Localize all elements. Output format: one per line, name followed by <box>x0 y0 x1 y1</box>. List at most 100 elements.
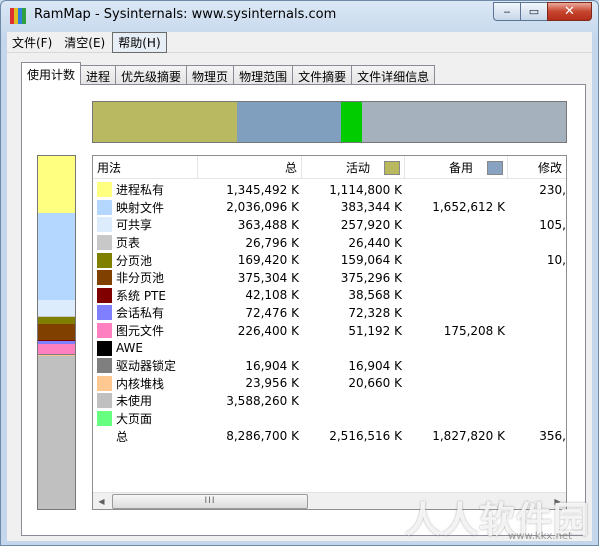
scroll-left-arrow-icon[interactable]: ◀ <box>93 493 110 510</box>
table-row[interactable]: 页表 26,796 K 26,440 K <box>93 234 566 252</box>
tab-file-summary[interactable]: 文件摘要 <box>292 65 353 85</box>
tab-use-counts[interactable]: 使用计数 <box>21 62 82 85</box>
row-usage-label: 页表 <box>116 236 141 251</box>
menu-file[interactable]: 文件(F) <box>7 33 57 52</box>
row-usage: 内核堆栈 <box>93 375 198 392</box>
row-usage: 页表 <box>93 234 198 251</box>
stack-segment <box>38 323 75 340</box>
column-header-active[interactable]: 活动 <box>302 156 405 179</box>
table-row[interactable]: 映射文件 2,036,096 K 383,344 K 1,652,612 K <box>93 199 566 217</box>
usage-color-swatch <box>97 340 112 356</box>
usage-color-swatch <box>97 375 112 391</box>
usage-color-swatch <box>97 323 112 339</box>
table-row[interactable]: 图元文件 226,400 K 51,192 K 175,208 K <box>93 322 566 340</box>
tab-priority-summary[interactable]: 优先级摘要 <box>115 65 188 85</box>
row-modified: 105, <box>539 217 566 232</box>
row-usage: 非分页池 <box>93 269 198 286</box>
row-usage-label: 图元文件 <box>116 324 165 339</box>
row-active: 38,568 K <box>348 288 402 303</box>
tab-processes[interactable]: 进程 <box>80 65 117 85</box>
watermark-url: www.kkx.net <box>508 531 572 542</box>
row-active: 257,920 K <box>340 217 402 232</box>
row-modified: 10, <box>546 253 566 268</box>
table-row[interactable]: 非分页池 375,304 K 375,296 K <box>93 269 566 287</box>
use-counts-panel: 用法 总 活动 备用 修改 进程私有 1,345,492 K 1,114,800 K… <box>21 84 586 536</box>
tab-file-details[interactable]: 文件详细信息 <box>351 65 436 85</box>
menu-empty[interactable]: 清空(E) <box>59 33 110 52</box>
row-usage-label: 驱动器锁定 <box>116 359 177 374</box>
usage-color-swatch <box>97 252 112 268</box>
usage-color-swatch <box>97 411 112 427</box>
row-standby: 1,827,820 K <box>432 429 505 444</box>
usage-color-swatch <box>97 393 112 409</box>
table-row[interactable]: 可共享 363,488 K 257,920 K 105, <box>93 216 566 234</box>
row-usage-label: 会话私有 <box>116 306 165 321</box>
table-row[interactable]: 分页池 169,420 K 159,064 K 10, <box>93 251 566 269</box>
bar-segment-active <box>93 102 237 142</box>
row-usage: AWE <box>93 340 198 356</box>
column-header-total[interactable]: 总 <box>198 156 302 179</box>
column-header-modified[interactable]: 修改 <box>508 156 566 179</box>
row-active: 16,904 K <box>348 358 402 373</box>
table-row[interactable]: 系统 PTE 42,108 K 38,568 K <box>93 287 566 305</box>
usage-color-swatch <box>97 429 112 444</box>
row-standby: 175,208 K <box>443 323 505 338</box>
column-header-active-label: 活动 <box>345 161 370 175</box>
tab-physical-ranges[interactable]: 物理范围 <box>233 65 294 85</box>
row-usage: 系统 PTE <box>93 287 198 304</box>
row-usage: 大页面 <box>93 410 198 427</box>
row-usage: 会话私有 <box>93 304 198 321</box>
stack-segment <box>38 156 75 214</box>
menu-help[interactable]: 帮助(H) <box>112 31 167 53</box>
row-usage-label: 可共享 <box>116 218 153 233</box>
row-total: 169,420 K <box>237 253 299 268</box>
row-active: 383,344 K <box>340 200 402 215</box>
row-standby: 1,652,612 K <box>432 200 505 215</box>
table-row[interactable]: 会话私有 72,476 K 72,328 K <box>93 304 566 322</box>
table-row[interactable]: 进程私有 1,345,492 K 1,114,800 K 230, <box>93 181 566 199</box>
memory-list-bar <box>92 101 567 143</box>
row-total: 375,304 K <box>237 270 299 285</box>
row-total: 42,108 K <box>245 288 299 303</box>
row-modified: 356, <box>539 429 566 444</box>
standby-color-swatch <box>487 160 503 175</box>
usage-color-swatch <box>97 287 112 303</box>
scroll-thumb[interactable]: III <box>112 493 308 509</box>
row-total: 8,286,700 K <box>226 429 299 444</box>
window-title: RamMap - Sysinternals: www.sysinternals.… <box>34 7 337 22</box>
table-row[interactable]: 未使用 3,588,260 K <box>93 392 566 410</box>
stack-segment <box>38 300 75 316</box>
usage-stack-bar <box>37 155 76 510</box>
tab-physical-pages[interactable]: 物理页 <box>186 65 235 85</box>
row-usage-label: 总 <box>116 429 129 444</box>
row-active: 72,328 K <box>348 305 402 320</box>
active-color-swatch <box>384 160 400 175</box>
column-header-standby[interactable]: 备用 <box>405 156 508 179</box>
row-usage-label: AWE <box>116 341 143 356</box>
column-header-usage[interactable]: 用法 <box>93 156 198 179</box>
row-active: 1,114,800 K <box>329 182 402 197</box>
bar-segment-other <box>361 102 566 142</box>
table-row[interactable]: 驱动器锁定 16,904 K 16,904 K <box>93 357 566 375</box>
row-usage-label: 非分页池 <box>116 271 165 286</box>
maximize-button[interactable]: ▭ <box>520 2 547 21</box>
close-button[interactable]: ✕ <box>547 2 592 21</box>
list-header: 用法 总 活动 备用 修改 <box>93 156 566 179</box>
client-area: 使用计数 进程 优先级摘要 物理页 物理范围 文件摘要 文件详细信息 用法 总 <box>7 53 592 541</box>
table-row[interactable]: 总 8,286,700 K 2,516,516 K 1,827,820 K 356, <box>93 427 566 445</box>
title-bar[interactable]: RamMap - Sysinternals: www.sysinternals.… <box>1 1 598 31</box>
bar-segment-modified <box>341 102 362 142</box>
minimize-button[interactable]: ‒ <box>493 2 520 21</box>
row-active: 159,064 K <box>340 253 402 268</box>
row-usage: 映射文件 <box>93 199 198 216</box>
row-usage: 可共享 <box>93 216 198 233</box>
table-row[interactable]: 内核堆栈 23,956 K 20,660 K <box>93 375 566 393</box>
table-row[interactable]: AWE <box>93 339 566 357</box>
row-usage-label: 未使用 <box>116 394 153 409</box>
row-total: 16,904 K <box>245 358 299 373</box>
column-header-standby-label: 备用 <box>448 161 473 175</box>
usage-color-swatch <box>97 182 112 198</box>
row-total: 363,488 K <box>237 217 299 232</box>
table-row[interactable]: 大页面 <box>93 410 566 428</box>
row-active: 2,516,516 K <box>329 429 402 444</box>
